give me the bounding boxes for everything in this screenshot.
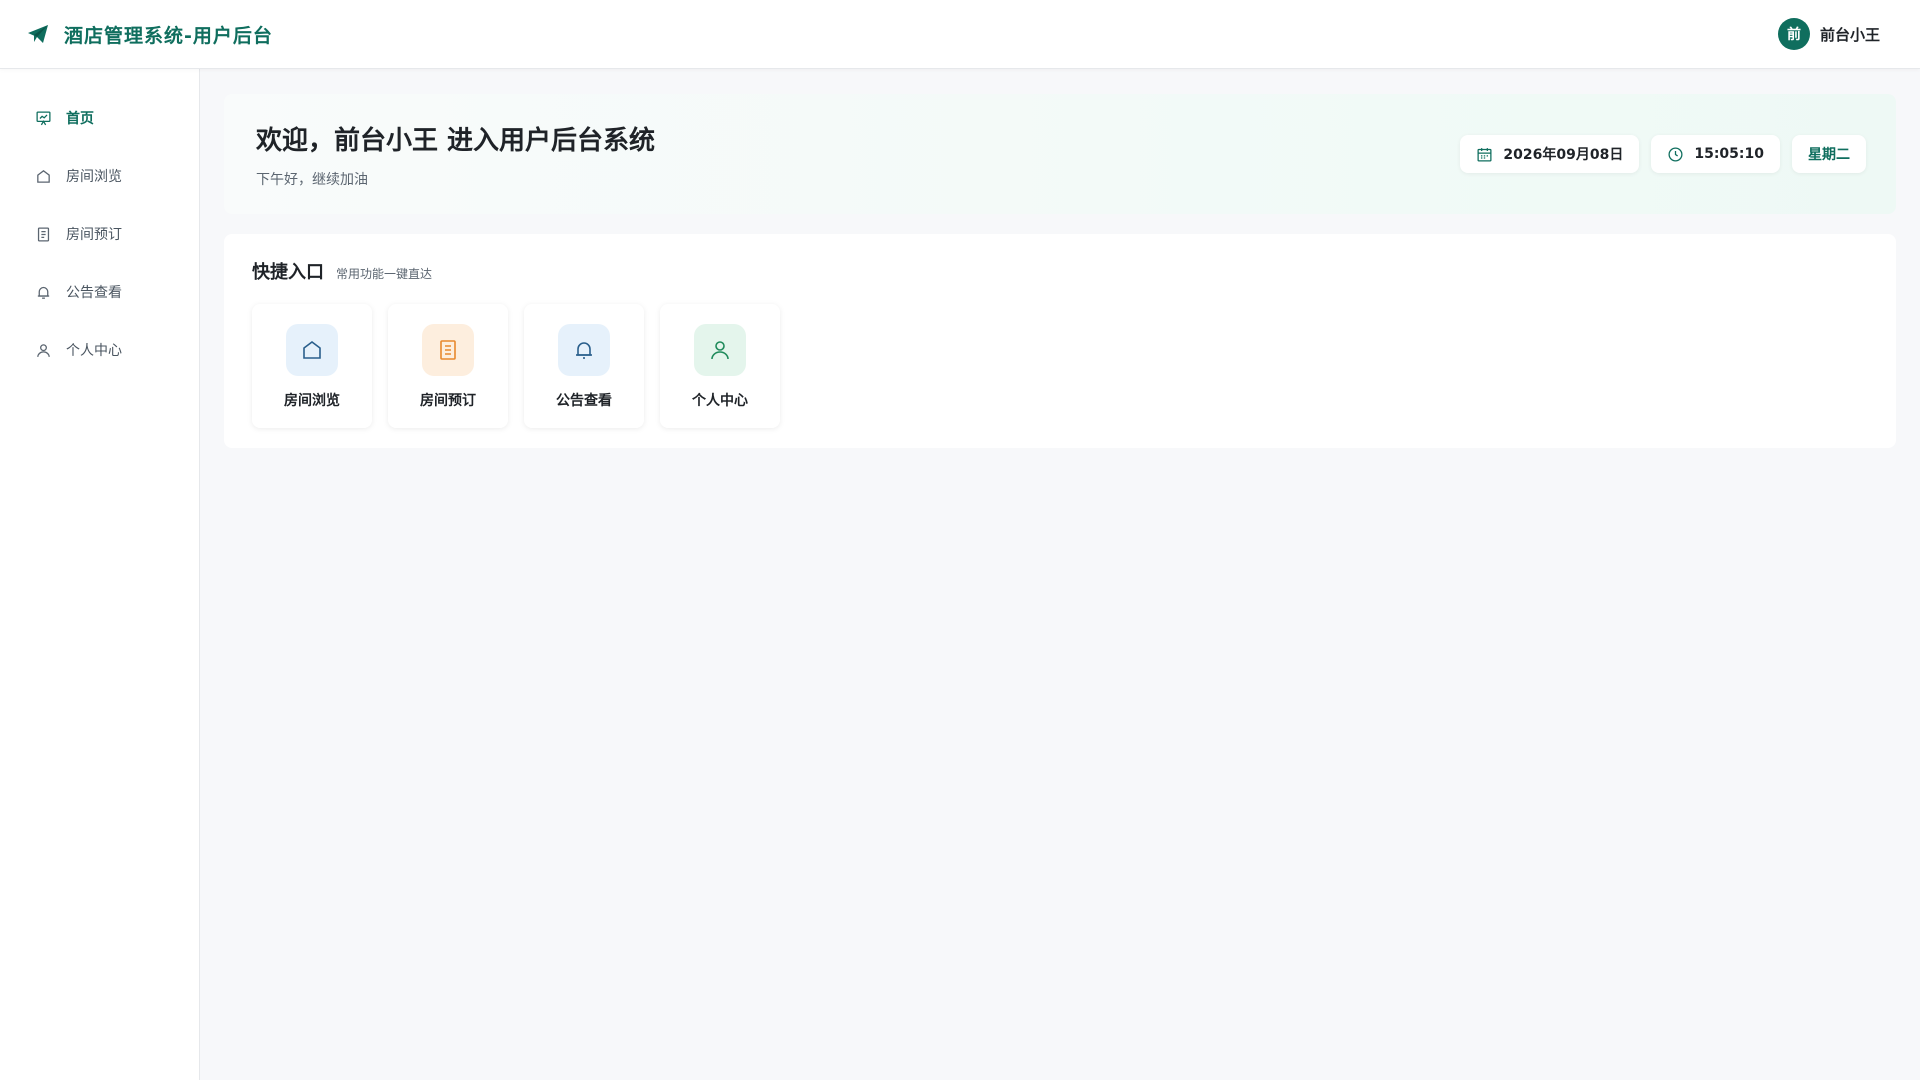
quick-card-room-booking[interactable]: 房间预订 [388,304,508,428]
sidebar-item-home[interactable]: 首页 [0,97,199,139]
sidebar-item-label: 房间浏览 [66,169,122,185]
bell-icon [558,324,610,376]
welcome-banner: 欢迎，前台小王 进入用户后台系统 下午好，继续加油 2026年09月08日 15… [224,94,1896,214]
time-chip: 15:05:10 [1651,135,1780,173]
sidebar-item-notices[interactable]: 公告查看 [0,271,199,313]
quick-access-panel: 快捷入口 常用功能一键直达 房间浏览 房间预订 公告查看 个人中心 [224,234,1896,448]
sidebar-item-room-browse[interactable]: 房间浏览 [0,155,199,197]
sidebar-item-profile[interactable]: 个人中心 [0,329,199,371]
welcome-title: 欢迎，前台小王 进入用户后台系统 [256,125,656,156]
brand[interactable]: 酒店管理系统-用户后台 [26,21,273,48]
document-icon [35,226,52,243]
quick-access-title: 快捷入口 [252,262,324,283]
user-menu[interactable]: 前 前台小王 [1777,18,1880,50]
avatar[interactable]: 前 [1777,18,1810,50]
quick-access-subtitle: 常用功能一键直达 [336,267,433,281]
quick-card-room-browse[interactable]: 房间浏览 [252,304,372,428]
quick-card-label: 公告查看 [556,393,612,409]
welcome-text: 欢迎，前台小王 进入用户后台系统 下午好，继续加油 [256,120,655,189]
quick-access-header: 快捷入口 常用功能一键直达 [252,258,1868,284]
sidebar-item-label: 公告查看 [66,285,122,301]
quick-card-label: 房间浏览 [284,393,340,409]
sidebar-item-label: 个人中心 [66,343,122,359]
datetime-chips: 2026年09月08日 15:05:10 星期二 [1460,135,1866,173]
calendar-icon [1476,146,1493,163]
time-text: 15:05:10 [1694,146,1764,162]
bell-icon [35,284,52,301]
top-header: 酒店管理系统-用户后台 前 前台小王 [0,0,1920,69]
quick-card-profile[interactable]: 个人中心 [660,304,780,428]
clock-icon [1667,146,1684,163]
house-icon [35,168,52,185]
date-text: 2026年09月08日 [1503,147,1624,163]
weekday-text: 星期二 [1808,147,1850,163]
weekday-chip: 星期二 [1792,135,1866,173]
user-icon [694,324,746,376]
sidebar-item-room-booking[interactable]: 房间预订 [0,213,199,255]
user-icon [35,342,52,359]
sidebar-item-label: 房间预订 [66,227,122,243]
quick-access-cards: 房间浏览 房间预订 公告查看 个人中心 [252,304,1868,428]
document-icon [422,324,474,376]
sidebar: 首页 房间浏览 房间预订 公告查看 个人中心 [0,69,200,1080]
app-title: 酒店管理系统-用户后台 [64,24,273,47]
sidebar-item-label: 首页 [66,111,94,127]
house-icon [286,324,338,376]
main-content: 欢迎，前台小王 进入用户后台系统 下午好，继续加油 2026年09月08日 15… [224,94,1896,448]
user-name[interactable]: 前台小王 [1820,24,1880,45]
date-chip: 2026年09月08日 [1460,135,1640,173]
quick-card-notices[interactable]: 公告查看 [524,304,644,428]
quick-card-label: 房间预订 [420,393,476,409]
welcome-subtitle: 下午好，继续加油 [256,171,368,188]
dashboard-icon [35,110,52,127]
paper-plane-icon [26,22,50,46]
quick-card-label: 个人中心 [692,393,748,409]
